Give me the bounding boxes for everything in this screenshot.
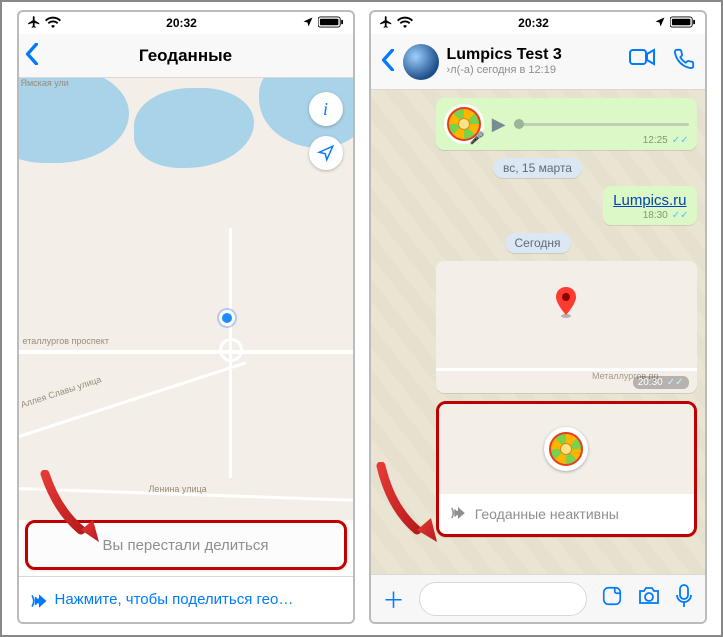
- live-location-status-label: Геоданные неактивны: [475, 506, 619, 522]
- live-location-icon: [29, 591, 47, 609]
- message-time: 18:30: [643, 210, 668, 221]
- back-button[interactable]: [25, 43, 39, 69]
- camera-button[interactable]: [637, 586, 661, 612]
- date-separator: Сегодня: [505, 233, 571, 253]
- location-arrow-icon: [317, 144, 335, 162]
- chat-body[interactable]: 🎤 ▶ 12:25 ✓✓ вс, 15 марта Lumpics.ru 18:…: [371, 90, 705, 574]
- location-services-icon: [654, 16, 666, 31]
- wifi-icon: [45, 16, 61, 31]
- mic-button[interactable]: [675, 584, 693, 614]
- map-roundabout: [219, 338, 243, 362]
- chat-input-bar: ＋: [371, 574, 705, 622]
- street-label: Ленина улица: [149, 484, 207, 494]
- read-receipt-icon: ✓✓: [667, 377, 684, 388]
- avatar[interactable]: [403, 44, 439, 80]
- mic-icon: 🎤: [470, 131, 485, 145]
- status-time: 20:32: [518, 16, 549, 30]
- map-pin-icon: [555, 287, 577, 319]
- street-label: еталлургов проспект: [23, 336, 109, 346]
- wifi-icon: [397, 16, 413, 31]
- recenter-button[interactable]: [309, 136, 343, 170]
- nav-bar: Геоданные: [19, 34, 353, 78]
- back-button[interactable]: [381, 49, 395, 75]
- read-receipt-icon: ✓✓: [672, 210, 689, 221]
- chat-status: ›л(-а) сегодня в 12:19: [447, 64, 621, 77]
- street-label: Ямская ули: [21, 78, 69, 88]
- battery-icon: [318, 16, 344, 31]
- status-bar: 20:32: [371, 12, 705, 34]
- left-phone: 20:32 Геоданные Ямская ули е: [17, 10, 355, 624]
- street-label: Аллея Славы улица: [19, 374, 102, 410]
- live-location-map: [439, 404, 694, 494]
- map-road: [19, 362, 246, 451]
- audio-track[interactable]: [514, 123, 689, 126]
- chat-title-block[interactable]: Lumpics Test 3 ›л(-а) сегодня в 12:19: [447, 46, 621, 77]
- map-lake: [134, 88, 254, 168]
- current-location-dot: [219, 310, 235, 326]
- live-location-grey-icon: [449, 504, 467, 525]
- location-message-bubble[interactable]: Металлургов пр 20:30 ✓✓: [436, 261, 697, 393]
- right-phone: 20:32 Lumpics Test 3 ›л(-а) сегодня в 12…: [369, 10, 707, 624]
- nav-title: Геоданные: [139, 46, 232, 66]
- info-button[interactable]: i: [309, 92, 343, 126]
- message-input[interactable]: [419, 582, 587, 616]
- chat-header: Lumpics Test 3 ›л(-а) сегодня в 12:19: [371, 34, 705, 90]
- text-message-bubble[interactable]: Lumpics.ru 18:30 ✓✓: [603, 186, 696, 225]
- map-lake: [19, 78, 129, 163]
- map-road: [19, 350, 353, 354]
- airplane-mode-icon: [379, 15, 393, 32]
- info-icon: i: [323, 99, 328, 120]
- message-time: 12:25: [643, 135, 668, 146]
- status-bar: 20:32: [19, 12, 353, 34]
- message-time: 20:30: [638, 377, 663, 388]
- live-location-bubble[interactable]: Геоданные неактивны: [436, 401, 697, 537]
- attach-button[interactable]: ＋: [383, 583, 405, 615]
- sticker-button[interactable]: [601, 585, 623, 613]
- read-receipt-icon: ✓✓: [672, 135, 689, 146]
- status-time: 20:32: [166, 16, 197, 30]
- play-button[interactable]: ▶: [492, 114, 506, 135]
- share-live-location-label: Нажмите, чтобы поделиться гео…: [55, 591, 294, 608]
- map-view[interactable]: Ямская ули еталлургов проспект Аллея Сла…: [19, 78, 353, 520]
- battery-icon: [670, 16, 696, 31]
- sender-avatar: 🎤: [444, 104, 484, 144]
- video-call-button[interactable]: [629, 48, 655, 76]
- highlight-callout: Вы перестали делиться: [25, 520, 347, 570]
- sender-avatar: [544, 427, 588, 471]
- voice-message-bubble[interactable]: 🎤 ▶ 12:25 ✓✓: [436, 98, 697, 150]
- stopped-sharing-banner: Вы перестали делиться: [30, 525, 342, 565]
- airplane-mode-icon: [27, 15, 41, 32]
- date-separator: вс, 15 марта: [493, 158, 582, 178]
- location-services-icon: [302, 16, 314, 31]
- chat-name: Lumpics Test 3: [447, 46, 621, 64]
- share-live-location-row[interactable]: Нажмите, чтобы поделиться гео…: [19, 576, 353, 622]
- voice-call-button[interactable]: [673, 48, 695, 76]
